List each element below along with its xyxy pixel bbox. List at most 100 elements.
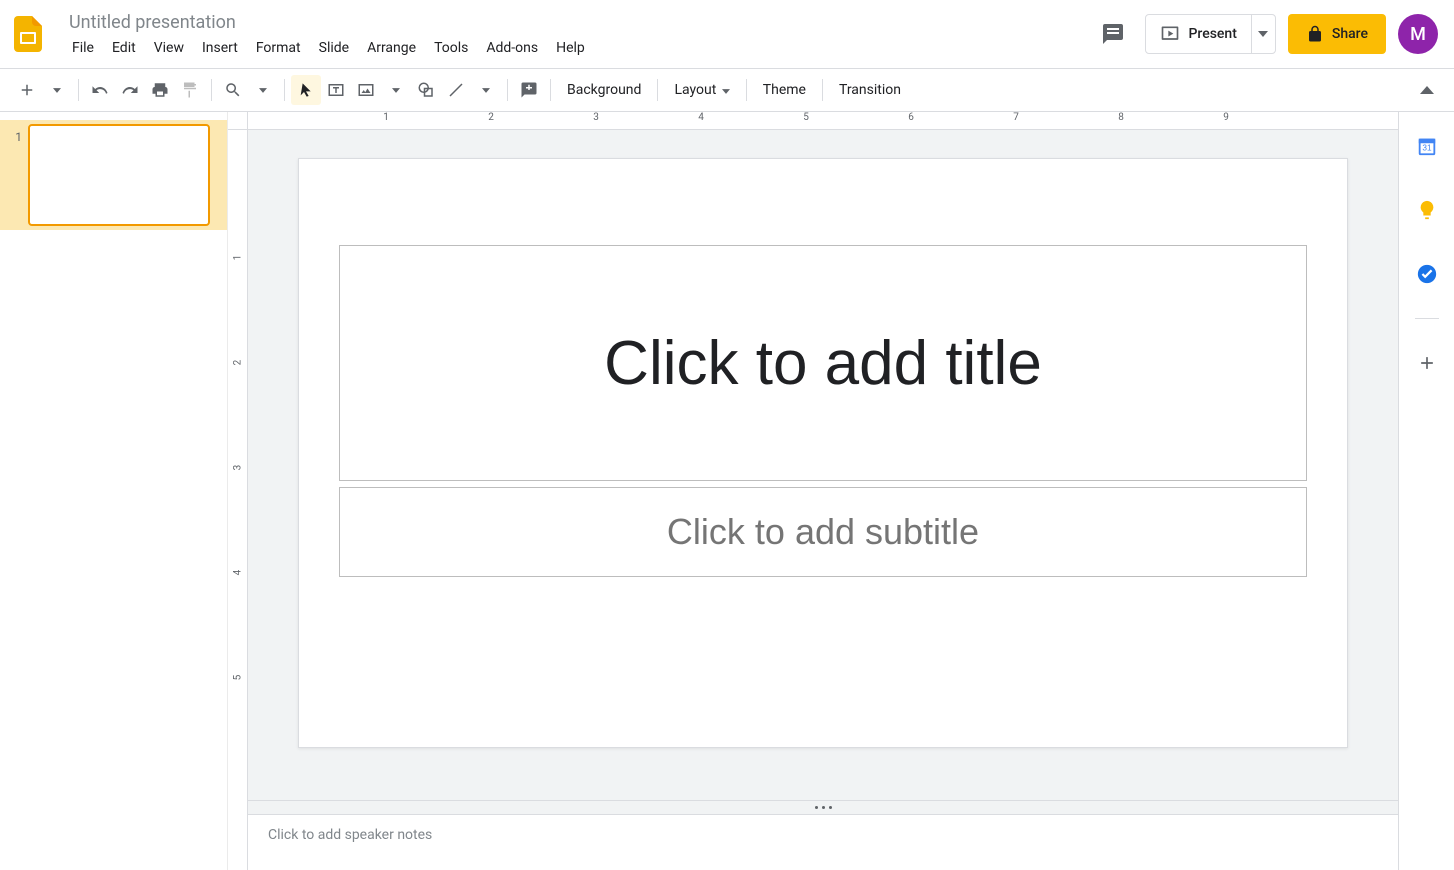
workspace: 1 1 2 3 4 5 6 7 8 9 1 2 3 4 5 [0,112,1454,870]
ruler-tick: 5 [803,112,809,123]
comments-button[interactable] [1093,14,1133,54]
ruler-tick: 4 [232,570,243,576]
ruler-tick: 1 [383,112,389,123]
keep-addon-icon[interactable] [1407,190,1447,230]
slide-canvas[interactable]: Click to add title Click to add subtitle [298,158,1348,748]
menu-insert[interactable]: Insert [194,36,246,60]
print-icon [151,81,169,99]
zoom-dropdown[interactable] [248,75,278,105]
plus-icon [1417,353,1437,373]
redo-button[interactable] [115,75,145,105]
menubar: File Edit View Insert Format Slide Arran… [60,36,1093,60]
menu-file[interactable]: File [64,36,102,60]
toolbar: Background Layout Theme Transition [0,68,1454,112]
line-button[interactable] [441,75,471,105]
get-addons-button[interactable] [1407,343,1447,383]
collapse-toolbar-button[interactable] [1412,75,1442,105]
present-label: Present [1188,26,1236,42]
menu-arrange[interactable]: Arrange [359,36,424,60]
menu-view[interactable]: View [146,36,192,60]
background-button[interactable]: Background [557,82,651,98]
menu-tools[interactable]: Tools [426,36,476,60]
comment-button[interactable] [514,75,544,105]
shape-button[interactable] [411,75,441,105]
doc-title-input[interactable]: Untitled presentation [60,9,1093,36]
ruler-tick: 8 [1118,112,1124,123]
print-button[interactable] [145,75,175,105]
ruler-horizontal[interactable]: 1 2 3 4 5 6 7 8 9 [248,112,1398,130]
plus-icon [18,81,36,99]
ruler-tick: 6 [908,112,914,123]
paint-roller-icon [181,81,199,99]
subtitle-placeholder[interactable]: Click to add subtitle [339,487,1307,577]
header-right: Present Share M [1093,14,1438,54]
present-icon [1160,24,1180,44]
divider [284,79,285,101]
divider [746,79,747,101]
notes-resize-handle[interactable] [248,800,1398,814]
line-dropdown[interactable] [471,75,501,105]
new-slide-dropdown[interactable] [42,75,72,105]
ruler-tick: 1 [232,255,243,261]
chevron-down-icon [53,88,61,93]
image-button[interactable] [351,75,381,105]
divider [822,79,823,101]
ruler-tick: 4 [698,112,704,123]
layout-button[interactable]: Layout [664,82,739,98]
transition-button[interactable]: Transition [829,82,911,98]
svg-text:31: 31 [1422,144,1432,153]
slides-logo-icon[interactable] [8,14,48,54]
calendar-addon-icon[interactable]: 31 [1407,126,1447,166]
share-label: Share [1332,26,1368,42]
menu-edit[interactable]: Edit [104,36,144,60]
ruler-vertical[interactable]: 1 2 3 4 5 [228,130,248,870]
redo-icon [121,81,139,99]
account-avatar[interactable]: M [1398,14,1438,54]
menu-format[interactable]: Format [248,36,309,60]
new-slide-button[interactable] [12,75,42,105]
cursor-icon [298,82,314,98]
title-menu-col: Untitled presentation File Edit View Ins… [60,9,1093,60]
chevron-down-icon [259,88,267,93]
ruler-tick: 3 [232,465,243,471]
theme-button[interactable]: Theme [753,82,816,98]
chevron-down-icon [1258,31,1268,37]
ruler-corner [228,112,248,130]
menu-slide[interactable]: Slide [311,36,357,60]
slide-number: 1 [6,124,28,144]
menu-help[interactable]: Help [548,36,593,60]
present-dropdown[interactable] [1251,15,1275,53]
slide-thumb-1[interactable]: 1 [0,120,227,230]
shape-icon [417,81,435,99]
ruler-tick: 2 [232,360,243,366]
divider [507,79,508,101]
editor: 1 2 3 4 5 6 7 8 9 1 2 3 4 5 Click to add… [228,112,1398,870]
title-placeholder[interactable]: Click to add title [339,245,1307,481]
divider [657,79,658,101]
ruler-tick: 2 [488,112,494,123]
ruler-tick: 7 [1013,112,1019,123]
present-button[interactable]: Present [1146,15,1250,53]
image-dropdown[interactable] [381,75,411,105]
textbox-button[interactable] [321,75,351,105]
tasks-addon-icon[interactable] [1407,254,1447,294]
add-comment-icon [520,81,538,99]
textbox-icon [327,81,345,99]
slide-thumbnail[interactable] [28,124,210,226]
menu-addons[interactable]: Add-ons [478,36,546,60]
filmstrip[interactable]: 1 [0,112,228,870]
paint-format-button[interactable] [175,75,205,105]
layout-label: Layout [674,82,716,98]
lock-icon [1306,25,1324,43]
undo-button[interactable] [85,75,115,105]
divider [211,79,212,101]
select-tool-button[interactable] [291,75,321,105]
speaker-notes[interactable]: Click to add speaker notes [248,814,1398,870]
canvas-wrap[interactable]: Click to add title Click to add subtitle [248,130,1398,800]
present-button-group: Present [1145,14,1275,54]
ruler-tick: 5 [232,675,243,681]
sidepanel-divider [1415,318,1439,319]
chevron-down-icon [392,88,400,93]
share-button[interactable]: Share [1288,14,1386,54]
zoom-button[interactable] [218,75,248,105]
